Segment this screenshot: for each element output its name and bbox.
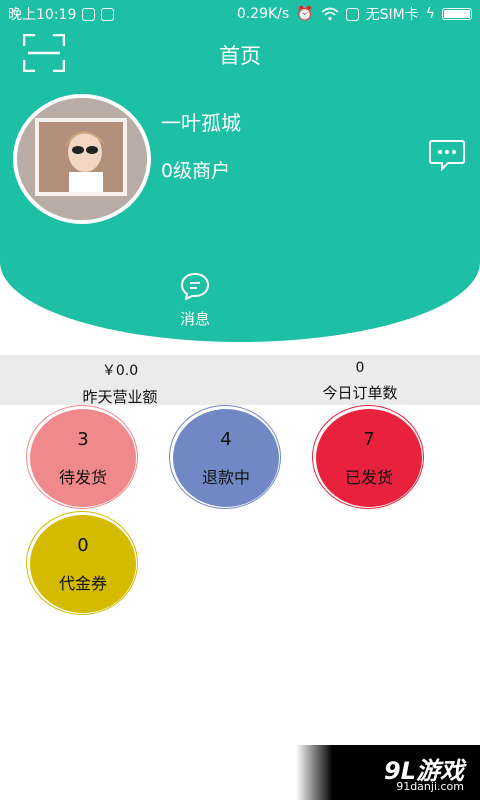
status-time: 晚上10:19 <box>8 7 77 23</box>
no-sim-icon <box>345 7 359 21</box>
battery-icon <box>442 8 472 20</box>
refunding-label: 退款中 <box>201 467 250 487</box>
wifi-icon <box>321 7 339 21</box>
message-label[interactable]: 消息 <box>0 308 390 329</box>
network-speed: 0.29K/s <box>236 6 290 22</box>
watermark-site: 91danji.com <box>396 780 464 793</box>
android-icon <box>101 7 115 21</box>
shipped-button[interactable]: 7 已发货 <box>316 409 422 507</box>
orders-label: 今日订单数 <box>322 384 398 402</box>
chat-icon[interactable] <box>428 139 466 171</box>
alarm-icon: ⏰ <box>296 6 314 22</box>
refunding-count: 4 <box>220 428 232 450</box>
pending-shipment-label: 待发货 <box>58 467 107 487</box>
shipped-label: 已发货 <box>344 467 393 487</box>
orders-value: 0 <box>355 360 365 376</box>
site-watermark: 9L游戏 91danji.com <box>296 745 480 800</box>
voucher-label: 代金券 <box>58 573 107 593</box>
charging-icon: ϟ <box>425 6 435 22</box>
avatar-photo <box>17 98 147 220</box>
orders-stat[interactable]: 0 今日订单数 <box>240 355 480 403</box>
page-title: 首页 <box>219 44 261 68</box>
pending-shipment-button[interactable]: 3 待发货 <box>30 409 136 507</box>
status-bar: 晚上10:19 0.29K/s ⏰ 无SIM卡 ϟ <box>0 0 480 26</box>
voucher-count: 0 <box>77 534 89 556</box>
username: 一叶孤城 <box>161 111 241 135</box>
voucher-button[interactable]: 0 代金券 <box>30 515 136 613</box>
merchant-level: 0级商户 <box>161 160 231 182</box>
revenue-stat[interactable]: ￥0.0 昨天营业额 <box>0 355 240 407</box>
revenue-value: ￥0.0 <box>101 363 139 379</box>
refunding-button[interactable]: 4 退款中 <box>173 409 279 507</box>
notification-icon <box>82 7 96 21</box>
sim-status: 无SIM卡 <box>365 7 419 23</box>
stats-band: ￥0.0 昨天营业额 0 今日订单数 <box>0 355 480 407</box>
revenue-label: 昨天营业额 <box>82 388 158 406</box>
pending-shipment-count: 3 <box>77 428 89 450</box>
shipped-count: 7 <box>363 428 375 450</box>
message-icon[interactable] <box>180 272 210 300</box>
avatar[interactable] <box>13 94 151 224</box>
